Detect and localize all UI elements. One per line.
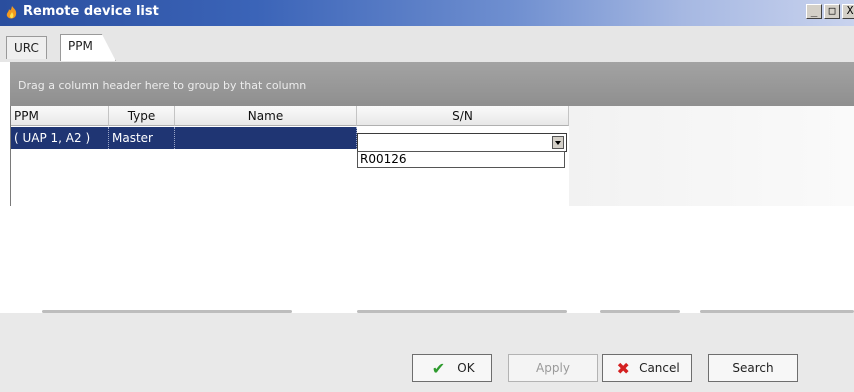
checkmark-icon: ✔ bbox=[431, 358, 446, 378]
chevron-down-icon[interactable] bbox=[552, 136, 564, 149]
cancel-label: Cancel bbox=[639, 361, 680, 375]
sn-dropdown-list: R00126 bbox=[357, 151, 565, 168]
title-bar: Remote device list _ □ X bbox=[0, 0, 854, 26]
tab-ppm[interactable]: PPM bbox=[60, 34, 116, 61]
apply-button[interactable]: Apply bbox=[508, 354, 598, 382]
app-flame-icon bbox=[6, 6, 17, 19]
column-header-sn[interactable]: S/N bbox=[357, 106, 569, 126]
apply-label: Apply bbox=[536, 361, 570, 375]
cell-type[interactable]: Master bbox=[109, 127, 175, 149]
search-label: Search bbox=[732, 361, 774, 375]
sn-combo-box[interactable] bbox=[357, 133, 567, 152]
column-header-ppm[interactable]: PPM bbox=[11, 106, 109, 126]
ok-label: OK bbox=[457, 361, 475, 375]
column-header-name[interactable]: Name bbox=[175, 106, 357, 126]
group-by-panel[interactable]: Drag a column header here to group by th… bbox=[10, 62, 854, 106]
cancel-button[interactable]: ✖ Cancel bbox=[602, 354, 692, 382]
minimize-button[interactable]: _ bbox=[806, 4, 822, 19]
tab-urc[interactable]: URC bbox=[6, 36, 47, 59]
window-controls: _ □ X bbox=[806, 4, 854, 19]
cell-ppm[interactable]: ( UAP 1, A2 ) bbox=[11, 127, 109, 149]
sn-option[interactable]: R00126 bbox=[360, 152, 407, 166]
grid-empty-area bbox=[568, 106, 854, 206]
tab-bar: URC PPM bbox=[0, 26, 854, 62]
maximize-button[interactable]: □ bbox=[824, 4, 840, 19]
column-header-type[interactable]: Type bbox=[109, 106, 175, 126]
cross-icon: ✖ bbox=[616, 358, 630, 378]
search-button[interactable]: Search bbox=[708, 354, 798, 382]
ok-button[interactable]: ✔ OK bbox=[412, 354, 492, 382]
table-row[interactable]: ( UAP 1, A2 ) Master bbox=[11, 127, 357, 149]
close-button[interactable]: X bbox=[842, 4, 854, 19]
group-by-hint: Drag a column header here to group by th… bbox=[18, 79, 307, 92]
cell-name[interactable] bbox=[175, 127, 357, 149]
window-title: Remote device list bbox=[23, 4, 159, 19]
